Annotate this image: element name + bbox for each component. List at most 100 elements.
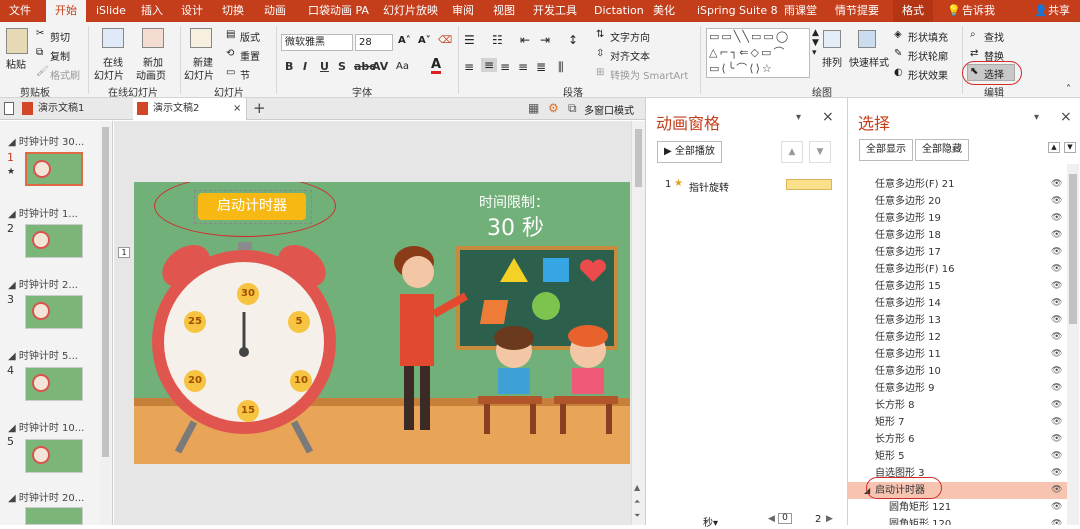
bold-icon[interactable]: B [285, 60, 293, 73]
eye-icon[interactable]: 👁 [1051, 482, 1062, 499]
new-slide-icon[interactable] [190, 28, 212, 48]
selection-item[interactable]: 圆角矩形 120 👁 [848, 516, 1073, 525]
shrink-font-icon[interactable]: A˅ [418, 35, 431, 46]
shadow-icon[interactable]: S [338, 60, 346, 73]
new-doc-icon[interactable] [4, 102, 14, 115]
tab-slideshow[interactable]: 幻灯片放映 [383, 0, 438, 22]
grow-font-icon[interactable]: A˄ [398, 35, 411, 46]
underline-icon[interactable]: U [320, 60, 329, 73]
copy-button[interactable]: 复制 [50, 48, 70, 63]
shapes-gallery[interactable]: ▭▭╲╲▭▭◯ △⌐┐⇐◇▭⌒ ▭⟨╰⌒⟨⟩☆ [706, 28, 810, 78]
layout-button[interactable]: 版式 [240, 29, 260, 44]
section-header[interactable]: ◢ 时钟计时 2... [8, 276, 78, 291]
selection-item[interactable]: 任意多边形 9 👁 [848, 380, 1073, 397]
close-pane-icon[interactable]: × [1060, 109, 1072, 125]
change-case-button[interactable]: Aa [396, 61, 409, 72]
selection-item[interactable]: 任意多边形 10 👁 [848, 363, 1073, 380]
next-slide-icon[interactable]: ⏷ [634, 511, 640, 521]
font-name-select[interactable]: 微软雅黑 [281, 34, 353, 51]
selection-item[interactable]: 任意多边形 14 👁 [848, 295, 1073, 312]
tab-file[interactable]: 文件 [9, 0, 31, 22]
cut-icon[interactable]: ✂ [36, 28, 44, 39]
hide-all-button[interactable]: 全部隐藏 [915, 139, 969, 161]
animation-timing-bar[interactable] [786, 179, 832, 190]
section-header[interactable]: ◢ 时钟计时 20... [8, 489, 84, 504]
section-button[interactable]: 节 [240, 67, 250, 82]
tab-developer[interactable]: 开发工具 [533, 0, 577, 22]
send-backward-icon[interactable]: ▼ [1064, 142, 1076, 153]
pane-options-icon[interactable]: ▾ [1034, 112, 1039, 123]
cut-button[interactable]: 剪切 [50, 29, 70, 44]
find-button[interactable]: 查找 [984, 29, 1004, 44]
reset-button[interactable]: 重置 [240, 48, 260, 63]
selection-item[interactable]: 圆角矩形 121 👁 [848, 499, 1073, 516]
eye-icon[interactable]: 👁 [1051, 227, 1062, 244]
eye-icon[interactable]: 👁 [1051, 465, 1062, 482]
slide-thumbnail[interactable] [25, 367, 83, 401]
slide[interactable]: 30 5 10 15 20 25 启动计时器 ⟳ 时间限制： 30 秒 [134, 182, 630, 464]
eye-icon[interactable]: 👁 [1051, 499, 1062, 516]
thumbnail-scrollbar[interactable] [100, 121, 111, 525]
grid-icon[interactable]: ▦ [528, 101, 539, 115]
selection-item[interactable]: 任意多边形 12 👁 [848, 329, 1073, 346]
tab-view[interactable]: 视图 [493, 0, 515, 22]
shape-effects-icon[interactable]: ◐ [894, 67, 903, 78]
bullets-icon[interactable]: ☰ [464, 33, 475, 47]
copy-icon[interactable]: ⧉ [36, 47, 43, 58]
tab-dictation[interactable]: Dictation [594, 0, 644, 22]
section-header[interactable]: ◢ 时钟计时 1... [8, 205, 78, 220]
selection-scrollbar[interactable] [1067, 164, 1079, 525]
move-down-icon[interactable]: ▼ [809, 141, 831, 163]
align-text-icon[interactable]: ⇳ [596, 48, 604, 59]
selection-item[interactable]: 任意多边形 18 👁 [848, 227, 1073, 244]
prev-slide-icon[interactable]: ⏶ [634, 497, 640, 507]
tab-beautify[interactable]: 美化 [653, 0, 675, 22]
font-size-select[interactable]: 28 [355, 34, 393, 51]
section-collapse-icon[interactable]: ◢ [8, 351, 19, 362]
multi-window-button[interactable]: 多窗口模式 [584, 102, 634, 117]
scrollbar-thumb[interactable] [1069, 174, 1077, 324]
paste-button[interactable]: 粘贴 [6, 56, 26, 71]
selection-item[interactable]: 任意多边形(F) 21 👁 [848, 176, 1073, 193]
arrange-button[interactable]: 排列 [822, 54, 842, 69]
align-right-icon[interactable]: ≡ [500, 60, 510, 74]
quick-styles-button[interactable]: 快速样式 [849, 54, 889, 69]
justify-icon[interactable]: ≡ [518, 60, 528, 74]
text-direction-icon[interactable]: ⇅ [596, 29, 604, 40]
slide-thumbnail[interactable] [25, 152, 83, 186]
scrollbar-thumb[interactable] [635, 129, 642, 187]
multi-window-icon[interactable]: ⧉ [568, 101, 577, 116]
tab-rain-classroom[interactable]: 雨课堂 [784, 0, 817, 22]
share-icon[interactable]: 👤 [1034, 0, 1048, 22]
selection-item[interactable]: 任意多边形 13 👁 [848, 312, 1073, 329]
eye-icon[interactable]: 👁 [1051, 210, 1062, 227]
show-all-button[interactable]: 全部显示 [859, 139, 913, 161]
play-all-button[interactable]: ▶ 全部播放 [657, 141, 722, 163]
eye-icon[interactable]: 👁 [1051, 261, 1062, 278]
section-collapse-icon[interactable]: ◢ [8, 209, 19, 220]
font-color-button[interactable]: A [431, 58, 442, 74]
eye-icon[interactable]: 👁 [1051, 193, 1062, 210]
tab-storyboard[interactable]: 情节提要 [835, 0, 879, 22]
section-icon[interactable]: ▭ [226, 67, 235, 78]
timeline-right-icon[interactable]: ▶ [826, 514, 833, 524]
spacing-icon[interactable]: AV [372, 60, 388, 73]
scrollbar-thumb[interactable] [102, 127, 109, 457]
close-pane-icon[interactable]: × [822, 109, 834, 125]
collapse-ribbon-icon[interactable]: ˄ [1066, 84, 1071, 95]
online-slide-icon[interactable] [102, 28, 124, 48]
selection-item[interactable]: 长方形 6 👁 [848, 431, 1073, 448]
bring-forward-icon[interactable]: ▲ [1048, 142, 1060, 153]
tab-review[interactable]: 审阅 [452, 0, 474, 22]
selection-item[interactable]: 任意多边形 17 👁 [848, 244, 1073, 261]
columns-icon[interactable]: ⫼ [558, 60, 564, 75]
section-collapse-icon[interactable]: ◢ [8, 280, 19, 291]
quick-styles-icon[interactable] [858, 30, 876, 48]
eye-icon[interactable]: 👁 [1051, 431, 1062, 448]
convert-smartart-button[interactable]: 转换为 SmartArt [610, 67, 688, 82]
numbering-icon[interactable]: ☷ [492, 33, 503, 47]
line-spacing-icon[interactable]: ↕ [568, 33, 578, 47]
eye-icon[interactable]: 👁 [1051, 346, 1062, 363]
arrange-icon[interactable] [823, 30, 841, 48]
indent-increase-icon[interactable]: ⇥ [540, 33, 550, 47]
